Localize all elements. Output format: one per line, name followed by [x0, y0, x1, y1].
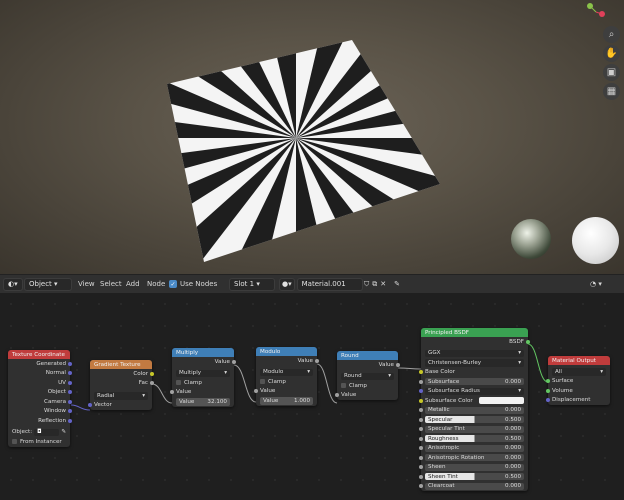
bsdf-input-clearcoat[interactable]: Clearcoat 0.000: [419, 482, 528, 492]
operation-dropdown[interactable]: Modulo ▾: [256, 368, 317, 378]
input-surface[interactable]: Surface: [546, 377, 610, 387]
output-generated[interactable]: Generated: [8, 359, 72, 369]
node-round[interactable]: Round Value Round ▾ Clamp Value: [335, 351, 400, 401]
node-editor-header: ◐▾ Object ▾ View Select Add Node ✓ Use N…: [0, 274, 624, 293]
subsurface-method-dropdown[interactable]: Christensen-Burley ▾: [421, 358, 528, 368]
clamp-checkbox[interactable]: Clamp: [172, 378, 234, 388]
node-modulo[interactable]: Modulo Value Modulo ▾ Clamp Value Value 1.…: [254, 347, 319, 406]
object-field[interactable]: Object: ◘ ✎: [8, 428, 70, 438]
input-volume[interactable]: Volume: [546, 386, 610, 396]
slot-dropdown[interactable]: Slot 1 ▾: [229, 277, 275, 291]
bsdf-input-sheen[interactable]: Sheen 0.000: [419, 463, 528, 473]
input-value[interactable]: Value: [170, 388, 234, 398]
node-header[interactable]: Round: [337, 351, 398, 360]
material-selector[interactable]: ●▾ Material.001: [279, 277, 363, 291]
use-nodes-toggle[interactable]: ✓ Use Nodes: [169, 278, 217, 290]
node-header[interactable]: Modulo: [256, 347, 317, 356]
target-dropdown[interactable]: All ▾: [548, 367, 610, 377]
color-swatch[interactable]: [479, 397, 524, 405]
bsdf-input-roughness[interactable]: Roughness 0.500: [419, 434, 528, 444]
output-value[interactable]: Value: [337, 360, 400, 370]
output-normal[interactable]: Normal: [8, 369, 72, 379]
output-value[interactable]: Value: [256, 356, 319, 366]
node-header[interactable]: Principled BSDF: [421, 328, 528, 337]
output-bsdf[interactable]: BSDF: [421, 337, 530, 347]
output-reflection[interactable]: Reflection: [8, 416, 72, 426]
operation-dropdown[interactable]: Multiply ▾: [172, 369, 234, 379]
eyedropper-icon[interactable]: ✎: [61, 429, 66, 435]
operation-dropdown[interactable]: Round ▾: [337, 372, 398, 382]
output-object[interactable]: Object: [8, 388, 72, 398]
bsdf-input-anisotropic[interactable]: Anisotropic 0.000: [419, 444, 528, 454]
node-header[interactable]: Material Output: [548, 356, 610, 365]
node-gradient-texture[interactable]: Gradient Texture Color Fac Radial ▾ Vecto…: [88, 360, 154, 411]
grid-icon[interactable]: ▦: [603, 83, 620, 100]
bsdf-input-subsurface-radius[interactable]: Subsurface Radius ▾: [419, 387, 528, 397]
node-header[interactable]: Multiply: [172, 348, 234, 357]
output-fac[interactable]: Fac: [90, 379, 154, 389]
matcap-preview-sphere: [572, 217, 619, 264]
copy-icon[interactable]: ⧉: [372, 280, 377, 289]
node-multiply[interactable]: Multiply Value Multiply ▾ Clamp Value Val…: [170, 348, 236, 407]
overlay-icons[interactable]: ◔ ▾: [590, 278, 602, 290]
bsdf-input-specular[interactable]: Specular 0.500: [419, 415, 528, 425]
input-value[interactable]: Value: [254, 387, 317, 397]
menu-add[interactable]: Add: [126, 278, 140, 290]
bsdf-input-subsurface[interactable]: Subsurface 0.000: [419, 377, 528, 387]
shield-icon[interactable]: ⛉: [364, 280, 369, 289]
hdri-preview-sphere: [511, 219, 551, 259]
output-value[interactable]: Value: [172, 357, 236, 367]
node-material-output[interactable]: Material Output All ▾ Surface Volume Disp…: [546, 356, 610, 406]
3d-viewport[interactable]: ⌕ ✋ ▣ ▦: [0, 0, 624, 274]
bsdf-input-subsurface-color[interactable]: Subsurface Color: [419, 396, 528, 406]
value-field[interactable]: Value 1.000: [256, 396, 317, 406]
node-texture-coordinate[interactable]: Texture Coordinate Generated Normal UV O…: [8, 350, 72, 447]
pin-icon[interactable]: ✎: [394, 280, 400, 288]
input-value[interactable]: Value: [335, 391, 398, 401]
value-field[interactable]: Value 32.100: [172, 397, 234, 407]
output-camera[interactable]: Camera: [8, 397, 72, 407]
checkbox-icon: ✓: [169, 280, 177, 288]
bsdf-input-sheen-tint[interactable]: Sheen Tint 0.500: [419, 472, 528, 482]
bsdf-input-specular-tint[interactable]: Specular Tint 0.000: [419, 425, 528, 435]
menu-node[interactable]: Node: [147, 278, 165, 290]
input-displacement[interactable]: Displacement: [546, 396, 610, 406]
bsdf-input-anisotropic-rotation[interactable]: Anisotropic Rotation 0.000: [419, 453, 528, 463]
output-window[interactable]: Window: [8, 407, 72, 417]
mode-dropdown[interactable]: Object ▾: [24, 277, 72, 291]
menu-view[interactable]: View: [78, 278, 95, 290]
clamp-checkbox[interactable]: Clamp: [337, 381, 398, 391]
axis-gizmo[interactable]: [586, 2, 606, 22]
bsdf-input-base-color[interactable]: Base Color: [419, 368, 528, 378]
output-uv[interactable]: UV: [8, 378, 72, 388]
input-vector[interactable]: Vector: [88, 401, 152, 411]
zoom-icon[interactable]: ⌕: [603, 26, 620, 43]
gradient-type-dropdown[interactable]: Radial ▾: [90, 391, 152, 401]
node-principled-bsdf[interactable]: Principled BSDF BSDF GGX ▾ Christensen-Bu…: [419, 328, 530, 492]
node-header[interactable]: Gradient Texture: [90, 360, 152, 369]
camera-icon[interactable]: ▣: [603, 64, 620, 81]
close-icon[interactable]: ✕: [380, 280, 386, 288]
distribution-dropdown[interactable]: GGX ▾: [421, 349, 528, 359]
from-instancer-checkbox[interactable]: From Instancer: [8, 437, 70, 447]
output-color[interactable]: Color: [90, 369, 154, 379]
menu-select[interactable]: Select: [100, 278, 122, 290]
node-header[interactable]: Texture Coordinate: [8, 350, 70, 359]
node-editor[interactable]: Texture Coordinate Generated Normal UV O…: [0, 293, 624, 500]
hand-icon[interactable]: ✋: [603, 45, 620, 62]
editor-type-icon[interactable]: ◐▾: [3, 277, 23, 291]
material-actions: ⛉ ⧉ ✕ ✎: [364, 278, 400, 290]
bsdf-input-metallic[interactable]: Metallic 0.000: [419, 406, 528, 416]
clamp-checkbox[interactable]: Clamp: [256, 377, 317, 387]
